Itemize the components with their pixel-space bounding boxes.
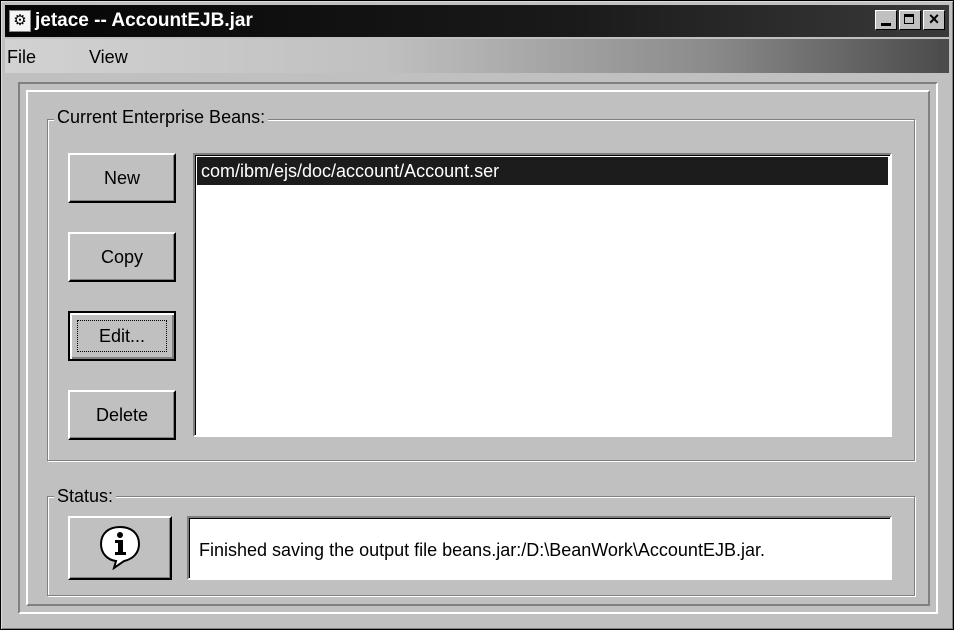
window-title: jetace -- AccountEJB.jar xyxy=(35,10,253,31)
jetace-app-icon[interactable]: ⚙ xyxy=(9,10,31,32)
menu-file[interactable]: File xyxy=(7,47,36,68)
status-message: Finished saving the output file beans.ja… xyxy=(199,540,765,560)
minimize-button[interactable] xyxy=(875,10,897,30)
title-bar[interactable]: ⚙ jetace -- AccountEJB.jar × xyxy=(5,5,949,37)
status-message-field: Finished saving the output file beans.ja… xyxy=(187,516,892,580)
maximize-icon xyxy=(904,14,914,24)
edit-button[interactable]: Edit... xyxy=(68,311,176,361)
edit-button-label: Edit... xyxy=(98,326,146,346)
beans-group-legend: Current Enterprise Beans: xyxy=(54,107,269,128)
status-group-legend: Status: xyxy=(54,486,117,507)
copy-button[interactable]: Copy xyxy=(68,232,176,282)
maximize-button[interactable] xyxy=(899,10,921,30)
close-button[interactable]: × xyxy=(923,9,945,30)
menu-view[interactable]: View xyxy=(89,47,128,68)
list-item[interactable]: com/ibm/ejs/doc/account/Account.ser xyxy=(197,157,888,185)
beans-list[interactable]: com/ibm/ejs/doc/account/Account.ser xyxy=(193,153,892,437)
new-button[interactable]: New xyxy=(68,153,176,203)
delete-button[interactable]: Delete xyxy=(68,390,176,440)
close-icon: × xyxy=(928,9,940,29)
info-icon xyxy=(99,525,141,570)
minimize-icon xyxy=(881,23,891,26)
info-button[interactable] xyxy=(68,516,172,580)
menu-bar: File View xyxy=(5,39,949,73)
